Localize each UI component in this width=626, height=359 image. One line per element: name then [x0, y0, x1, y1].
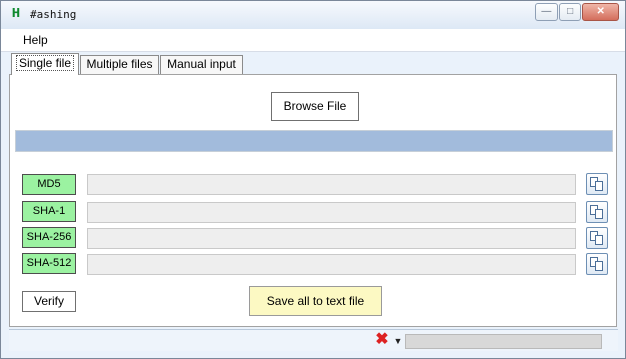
- save-all-button[interactable]: Save all to text file: [249, 286, 382, 316]
- sha256-label-button[interactable]: SHA-256: [22, 227, 76, 248]
- menu-help[interactable]: Help: [23, 33, 48, 47]
- md5-copy-button[interactable]: [586, 173, 608, 195]
- file-progress-fill: [16, 131, 612, 151]
- sha1-copy-button[interactable]: [586, 201, 608, 223]
- app-logo: H: [11, 6, 21, 22]
- sha256-copy-button[interactable]: [586, 227, 608, 249]
- single-file-panel: Browse File MD5 SHA-1 SHA-256 SHA-512 Ve…: [9, 74, 617, 327]
- sha256-hash-field[interactable]: [87, 228, 576, 249]
- close-button[interactable]: ✕: [582, 3, 620, 21]
- tab-multiple-files[interactable]: Multiple files: [80, 55, 159, 74]
- tab-manual-input[interactable]: Manual input: [160, 55, 243, 74]
- main-window: H #ashing — □ ✕ Help Single file Multipl…: [0, 0, 626, 359]
- status-bar: ✖ ▼: [9, 329, 618, 351]
- sha1-hash-field[interactable]: [87, 202, 576, 223]
- tab-single-file[interactable]: Single file: [11, 53, 79, 75]
- md5-hash-field[interactable]: [87, 174, 576, 195]
- stop-icon[interactable]: ✖: [375, 332, 389, 348]
- copy-icon: [590, 205, 604, 219]
- browse-file-button[interactable]: Browse File: [271, 92, 359, 121]
- md5-label-button[interactable]: MD5: [22, 174, 76, 195]
- status-text: [13, 334, 353, 348]
- status-progress-bar: [405, 334, 602, 349]
- title-bar: H #ashing — □ ✕: [1, 1, 625, 30]
- tab-bar: Single file Multiple files Manual input: [9, 53, 619, 75]
- verify-button[interactable]: Verify: [22, 291, 76, 312]
- maximize-button[interactable]: □: [558, 3, 582, 21]
- sha512-copy-button[interactable]: [586, 253, 608, 275]
- dropdown-arrow-icon[interactable]: ▼: [393, 335, 403, 347]
- copy-icon: [590, 231, 604, 245]
- window-title: #ashing: [30, 8, 77, 21]
- minimize-button[interactable]: —: [535, 3, 558, 21]
- sha512-label-button[interactable]: SHA-512: [22, 253, 76, 274]
- sha512-hash-field[interactable]: [87, 254, 576, 275]
- copy-icon: [590, 257, 604, 271]
- menu-bar: Help: [1, 29, 625, 52]
- window-controls: — □ ✕: [535, 3, 620, 23]
- sha1-label-button[interactable]: SHA-1: [22, 201, 76, 222]
- file-progress-bar: [15, 130, 613, 152]
- copy-icon: [590, 177, 604, 191]
- tab-single-file-label: Single file: [15, 55, 75, 71]
